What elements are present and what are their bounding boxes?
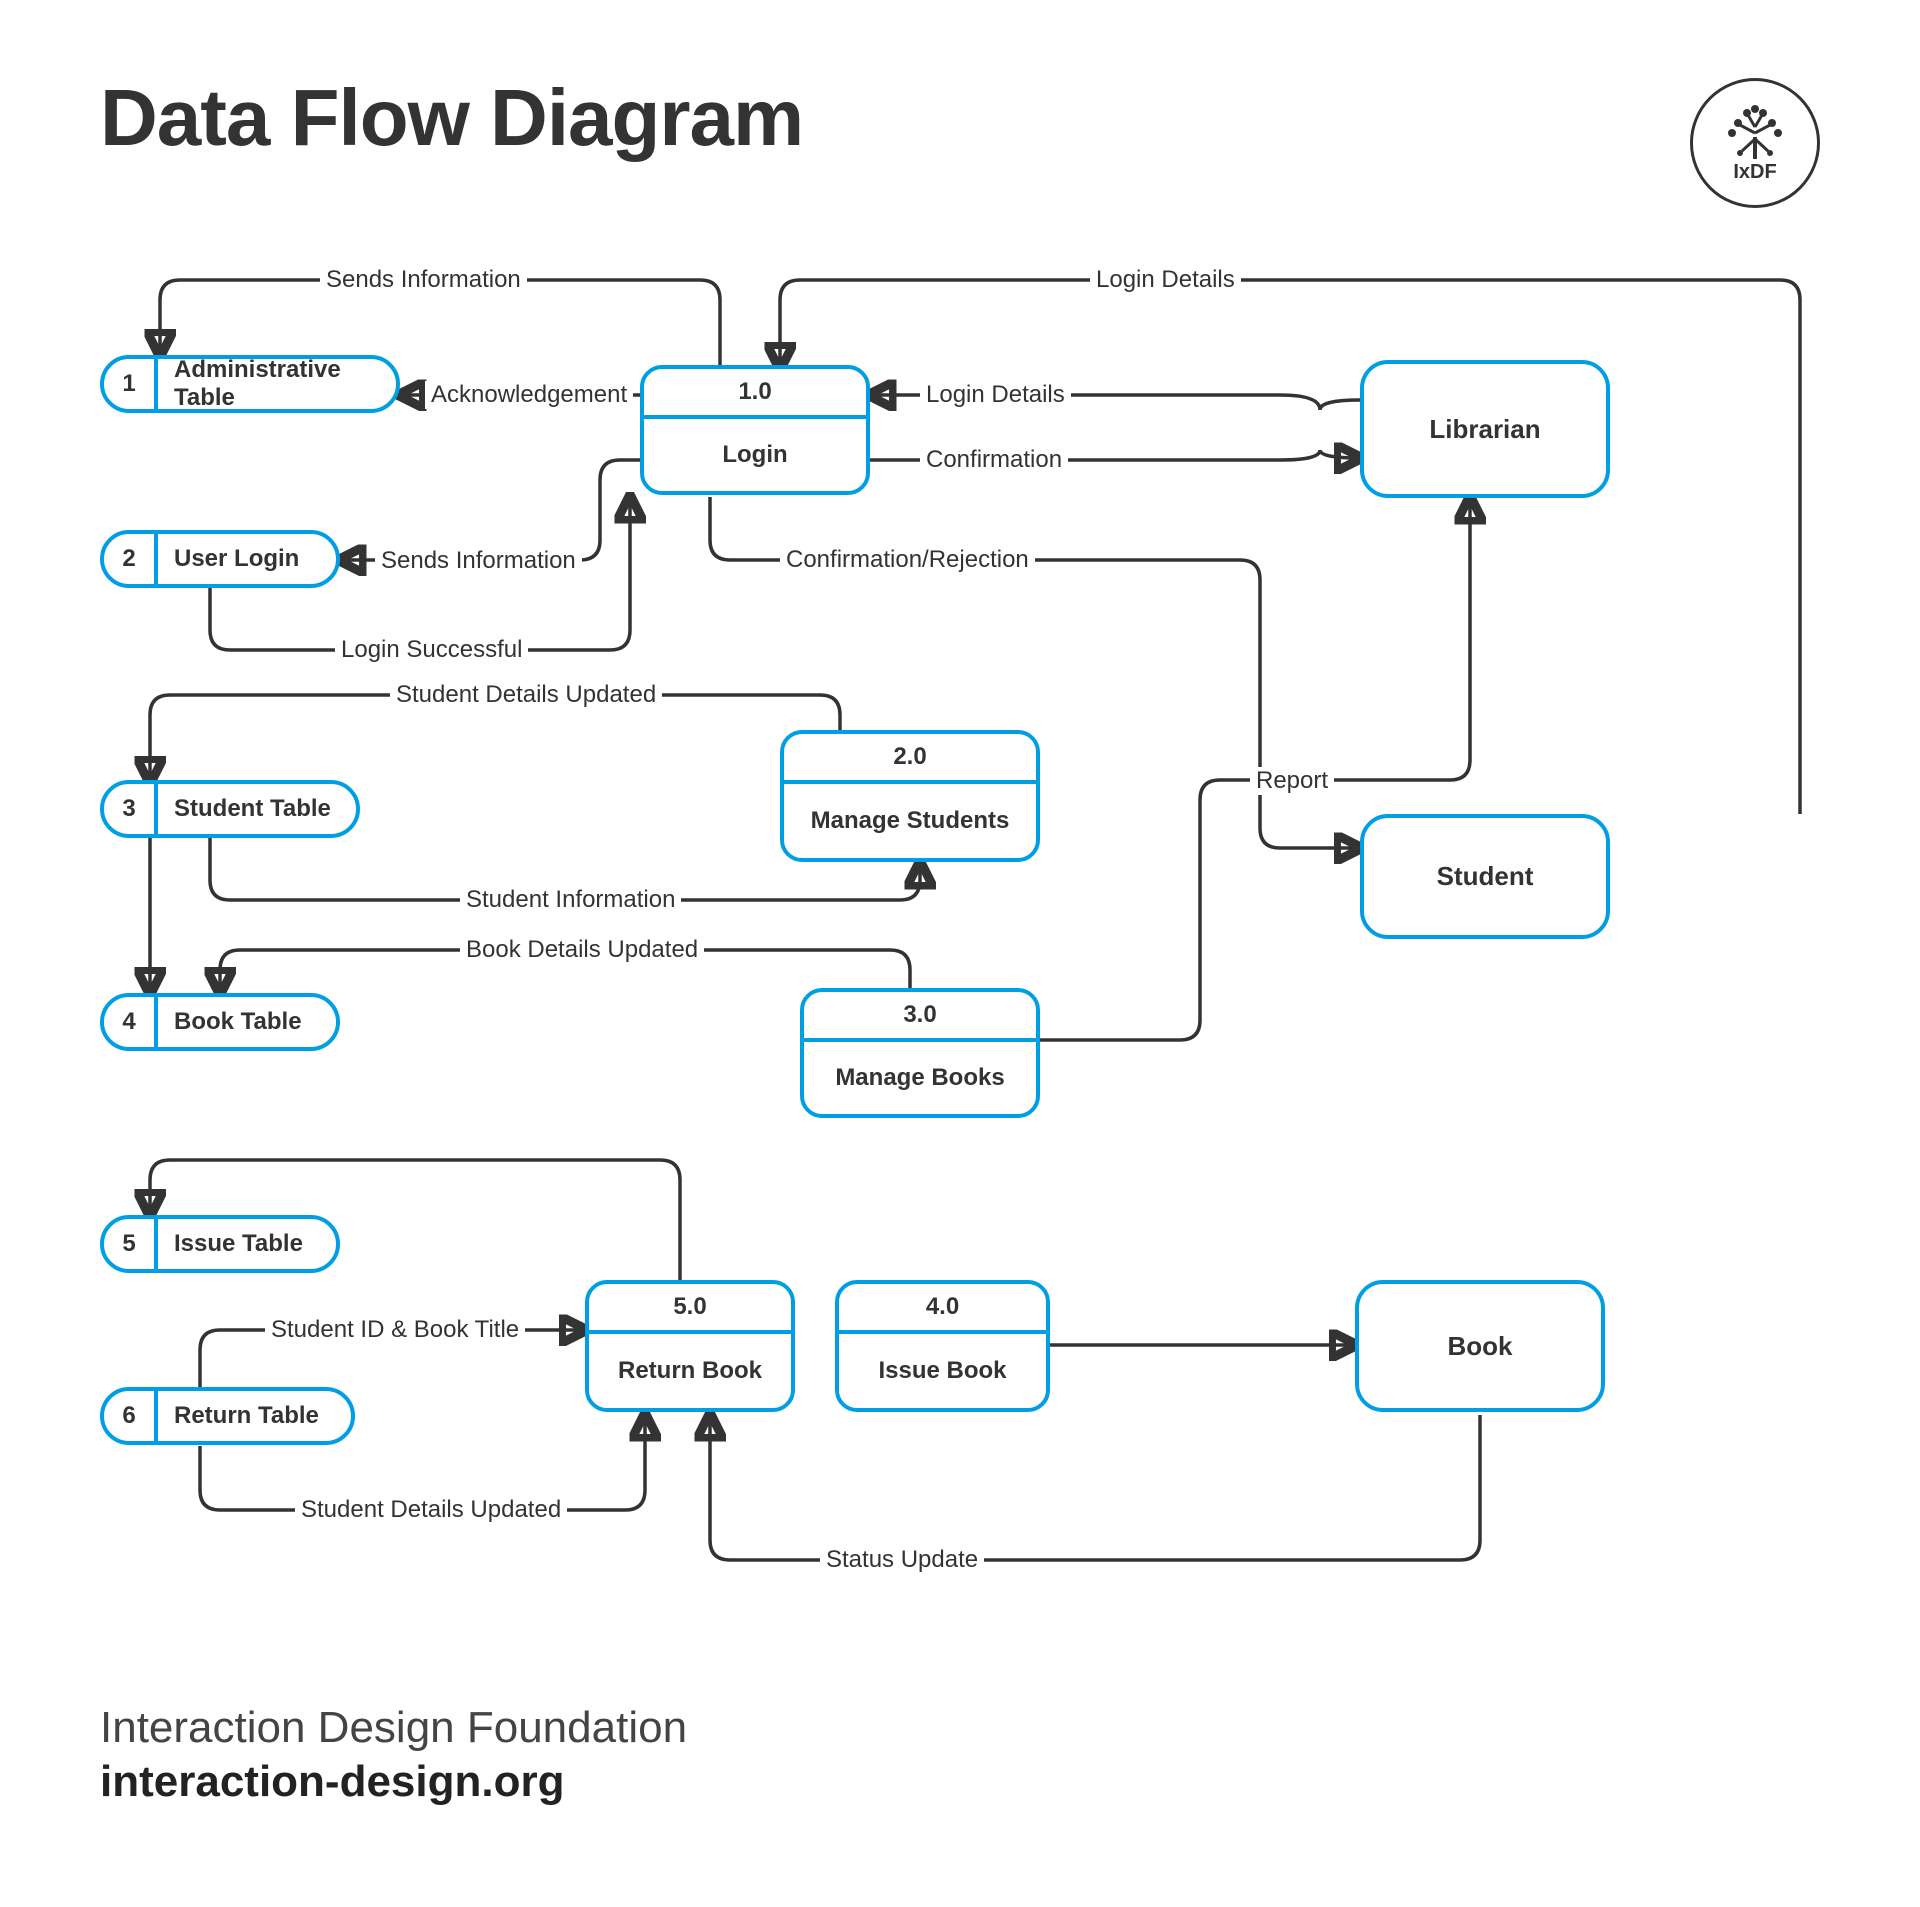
flow-login-details-lib: Login Details — [920, 381, 1071, 409]
flow-login-details-top: Login Details — [1090, 266, 1241, 294]
process-id: 1.0 — [644, 369, 866, 419]
flow-id-title: Student ID & Book Title — [265, 1316, 525, 1344]
process-return-book: 5.0 Return Book — [585, 1280, 795, 1412]
flow-login-successful: Login Successful — [335, 636, 528, 664]
process-name: Issue Book — [839, 1334, 1046, 1408]
datastore-label: Student Table — [158, 784, 356, 834]
process-issue-book: 4.0 Issue Book — [835, 1280, 1050, 1412]
flow-student-details-upd: Student Details Updated — [390, 681, 662, 709]
flow-conf-rej: Confirmation/Rejection — [780, 546, 1035, 574]
datastore-label: User Login — [158, 534, 336, 584]
process-name: Manage Students — [784, 784, 1036, 858]
datastore-number: 6 — [104, 1391, 158, 1441]
datastore-number: 4 — [104, 997, 158, 1047]
flow-report: Report — [1250, 767, 1334, 795]
process-id: 3.0 — [804, 992, 1036, 1042]
flow-sends-info-admin: Sends Information — [320, 266, 527, 294]
datastore-number: 5 — [104, 1219, 158, 1269]
flow-student-details-upd2: Student Details Updated — [295, 1496, 567, 1524]
footer-org: Interaction Design Foundation — [100, 1703, 687, 1753]
page-title: Data Flow Diagram — [100, 72, 803, 164]
footer: Interaction Design Foundation interactio… — [100, 1703, 687, 1807]
datastore-book-table: 4 Book Table — [100, 993, 340, 1051]
datastore-number: 1 — [104, 359, 158, 409]
tree-icon — [1720, 103, 1790, 163]
entity-book: Book — [1355, 1280, 1605, 1412]
flow-student-info: Student Information — [460, 886, 681, 914]
datastore-number: 3 — [104, 784, 158, 834]
process-manage-books: 3.0 Manage Books — [800, 988, 1040, 1118]
dfd-diagram: 1 Administrative Table 2 User Login 3 St… — [80, 260, 1840, 1640]
entity-student: Student — [1360, 814, 1610, 939]
entity-label: Librarian — [1429, 414, 1540, 445]
datastore-return-table: 6 Return Table — [100, 1387, 355, 1445]
flow-book-details-upd: Book Details Updated — [460, 936, 704, 964]
datastore-label: Administrative Table — [158, 359, 396, 409]
datastore-admin-table: 1 Administrative Table — [100, 355, 400, 413]
datastore-label: Issue Table — [158, 1219, 336, 1269]
process-id: 2.0 — [784, 734, 1036, 784]
process-manage-students: 2.0 Manage Students — [780, 730, 1040, 862]
ixdf-logo: IxDF — [1690, 78, 1820, 208]
datastore-user-login: 2 User Login — [100, 530, 340, 588]
flow-acknowledgement: Acknowledgement — [425, 381, 633, 409]
flow-status-update: Status Update — [820, 1546, 984, 1574]
process-name: Return Book — [589, 1334, 791, 1408]
logo-abbr: IxDF — [1733, 161, 1776, 184]
footer-url: interaction-design.org — [100, 1757, 687, 1807]
entity-label: Book — [1448, 1331, 1513, 1362]
entity-label: Student — [1437, 861, 1534, 892]
datastore-number: 2 — [104, 534, 158, 584]
process-id: 5.0 — [589, 1284, 791, 1334]
datastore-label: Book Table — [158, 997, 336, 1047]
flow-sends-info-user: Sends Information — [375, 547, 582, 575]
entity-librarian: Librarian — [1360, 360, 1610, 498]
datastore-issue-table: 5 Issue Table — [100, 1215, 340, 1273]
flow-confirmation: Confirmation — [920, 446, 1068, 474]
process-login: 1.0 Login — [640, 365, 870, 495]
datastore-label: Return Table — [158, 1391, 351, 1441]
datastore-student-table: 3 Student Table — [100, 780, 360, 838]
process-name: Manage Books — [804, 1042, 1036, 1114]
process-id: 4.0 — [839, 1284, 1046, 1334]
process-name: Login — [644, 419, 866, 491]
